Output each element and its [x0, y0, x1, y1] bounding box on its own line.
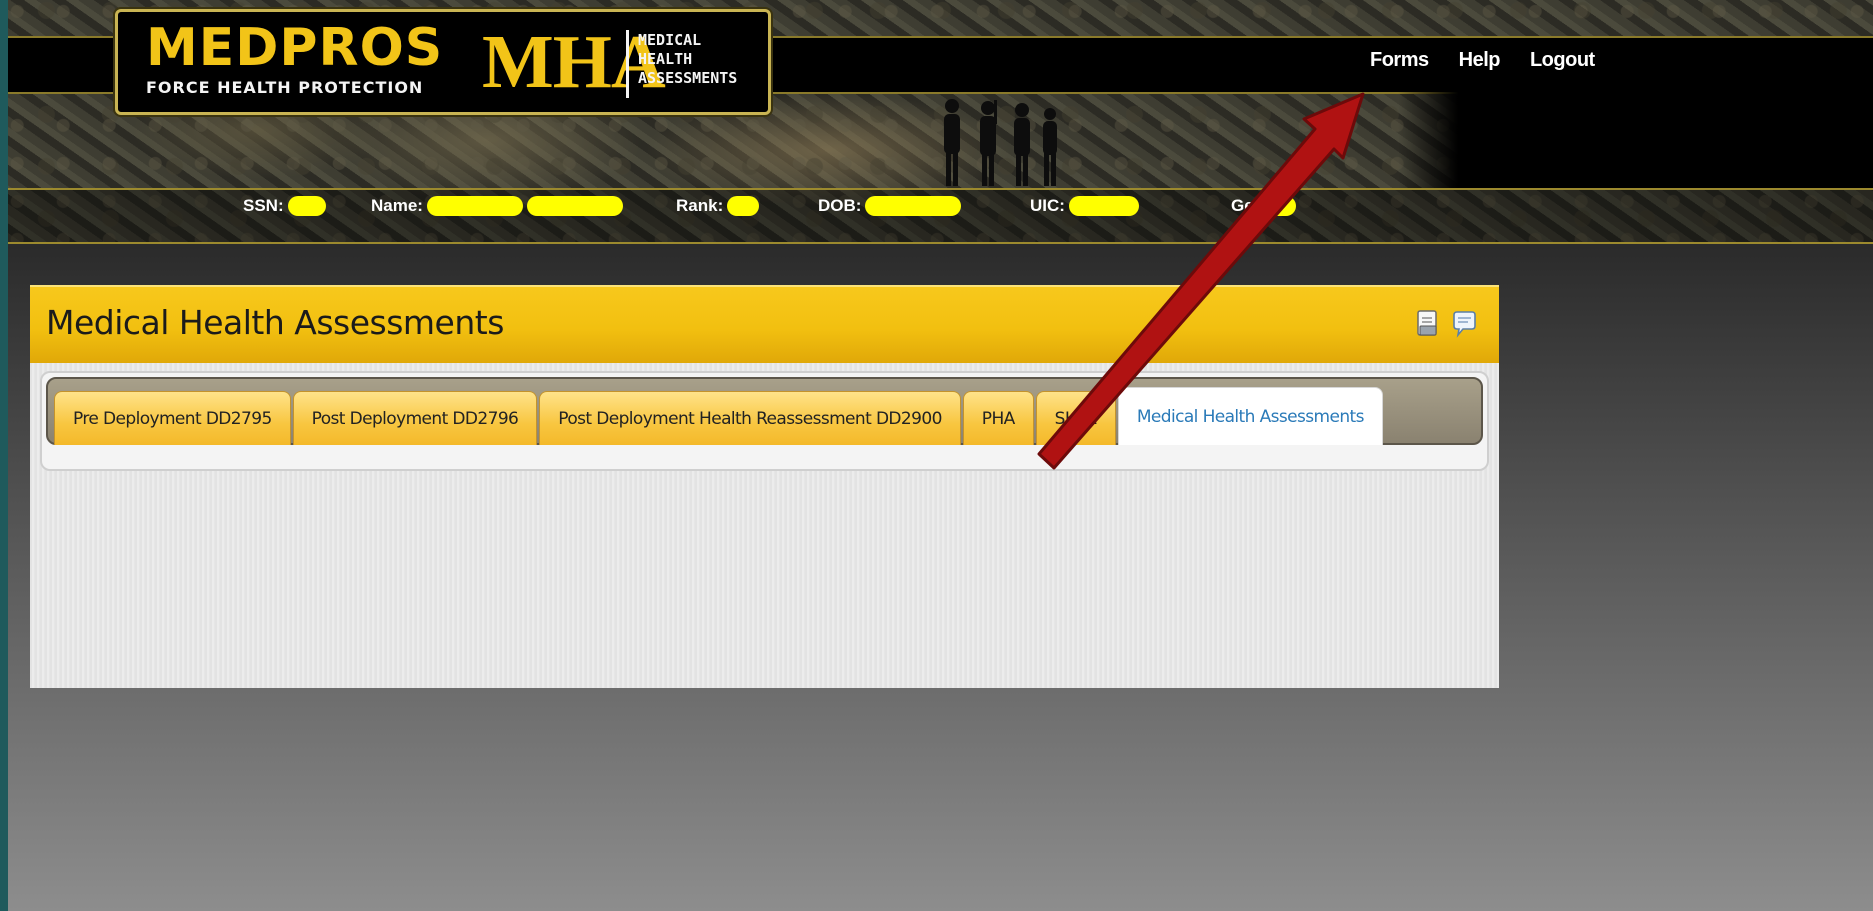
ssn-label: SSN:: [243, 196, 284, 215]
comment-icon[interactable]: [1451, 309, 1477, 339]
rank-field: Rank:: [676, 196, 760, 216]
help-link[interactable]: Help: [1459, 49, 1501, 72]
logo-mha-line: ASSESSMENTS: [638, 69, 738, 87]
dob-label: DOB:: [818, 196, 862, 215]
tab-container: Pre Deployment DD2795 Post Deployment DD…: [40, 371, 1489, 471]
header-banner: MEDPROS FORCE HEALTH PROTECTION MHA MEDI…: [8, 0, 1873, 244]
logout-link[interactable]: Logout: [1530, 49, 1595, 72]
rank-label: Rank:: [676, 196, 724, 215]
panel-toolbar: [1415, 309, 1477, 339]
logo-tagline: FORCE HEALTH PROTECTION: [146, 78, 424, 97]
tab-pha[interactable]: PHA: [962, 391, 1034, 445]
panel-header: Medical Health Assessments: [30, 285, 1499, 363]
logo-mha-line: HEALTH: [638, 50, 693, 68]
logo-mha-subtitle: MEDICAL HEALTH ASSESSMENTS: [638, 31, 737, 88]
name-field: Name:: [371, 196, 623, 216]
tab-post-deployment-health-reassessment-dd2900[interactable]: Post Deployment Health Reassessment DD29…: [539, 391, 961, 445]
print-icon[interactable]: [1415, 309, 1441, 339]
tab-list: Pre Deployment DD2795 Post Deployment DD…: [54, 387, 1383, 445]
tab-medical-health-assessments[interactable]: Medical Health Assessments: [1117, 387, 1383, 445]
ssn-field: SSN:: [243, 196, 326, 216]
soldier-silhouettes-image: [944, 99, 1057, 186]
gender-label: Ge: [1231, 196, 1254, 215]
panel-body: Pre Deployment DD2795 Post Deployment DD…: [30, 363, 1499, 688]
uic-label: UIC:: [1030, 196, 1065, 215]
banner-dark-area: [1398, 88, 1873, 188]
rank-redacted-value: [727, 196, 760, 216]
dob-field: DOB:: [818, 196, 962, 216]
ssn-redacted-value: [287, 196, 326, 216]
logo-mha-line: MEDICAL: [638, 31, 702, 49]
top-nav: Forms Help Logout: [1370, 49, 1595, 72]
forms-link[interactable]: Forms: [1370, 49, 1429, 72]
name-redacted-value: [426, 196, 523, 216]
name-redacted-value: [526, 196, 623, 216]
logo-medpros-text: MEDPROS: [146, 18, 444, 78]
gender-redacted-value: [1257, 196, 1296, 216]
gender-field: Ge: [1231, 196, 1296, 216]
tab-post-deployment-dd2796[interactable]: Post Deployment DD2796: [292, 391, 538, 445]
tab-pre-deployment-dd2795[interactable]: Pre Deployment DD2795: [54, 391, 291, 445]
name-label: Name:: [371, 196, 423, 215]
page-title: Medical Health Assessments: [46, 303, 504, 342]
uic-redacted-value: [1068, 196, 1139, 216]
medpros-mha-logo: MEDPROS FORCE HEALTH PROTECTION MHA MEDI…: [115, 9, 771, 115]
app-frame: MEDPROS FORCE HEALTH PROTECTION MHA MEDI…: [8, 0, 1873, 911]
uic-field: UIC:: [1030, 196, 1139, 216]
dob-redacted-value: [865, 196, 962, 216]
tab-shpe[interactable]: SHPE: [1035, 391, 1116, 445]
logo-divider: [626, 30, 629, 98]
tab-strip: Pre Deployment DD2795 Post Deployment DD…: [46, 377, 1483, 445]
